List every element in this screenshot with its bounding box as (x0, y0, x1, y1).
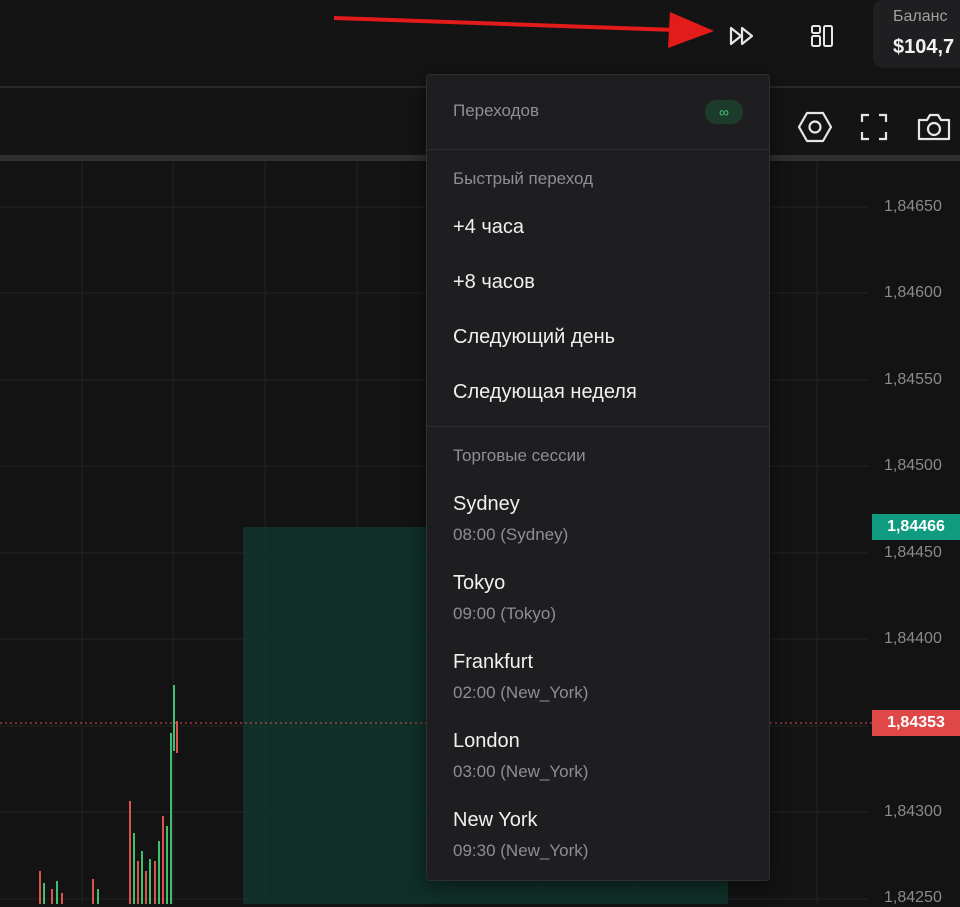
price-axis-label: 1,84500 (884, 457, 942, 474)
session-time: 09:00 (Tokyo) (453, 604, 556, 623)
price-axis-label: 1,84450 (884, 544, 942, 561)
menu-item-label: +4 часа (453, 216, 525, 238)
chart-settings-button[interactable] (796, 108, 834, 146)
trading-sessions-title: Торговые сессии (453, 446, 586, 465)
camera-icon (917, 113, 951, 141)
price-axis-label: 1,84300 (884, 803, 942, 820)
settings-hexagon-icon (798, 111, 832, 143)
layout-button[interactable] (800, 14, 844, 58)
quick-jump-title: Быстрый переход (453, 169, 594, 188)
fullscreen-button[interactable] (856, 109, 892, 145)
menu-item-next-day[interactable]: Следующий день (427, 313, 769, 365)
menu-item-label: Следующая неделя (453, 381, 637, 403)
jump-menu: Переходов ∞ Быстрый переход +4 часа +8 ч… (426, 74, 770, 881)
menu-item-plus-4-hours[interactable]: +4 часа (427, 203, 769, 255)
balance-label: Баланс (893, 8, 948, 25)
price-axis-label: 1,84400 (884, 630, 942, 647)
session-time: 09:30 (New_York) (453, 841, 589, 860)
menu-item-label: +8 часов (453, 271, 535, 293)
session-london[interactable]: London 03:00 (New_York) (427, 730, 769, 804)
session-new-york[interactable]: New York 09:30 (New_York) (427, 809, 769, 883)
menu-item-plus-8-hours[interactable]: +8 часов (427, 258, 769, 310)
price-axis-label: 1,84650 (884, 198, 942, 215)
screenshot-button[interactable] (914, 108, 954, 146)
session-time: 08:00 (Sydney) (453, 525, 569, 544)
session-time: 03:00 (New_York) (453, 762, 589, 781)
layout-panels-icon (811, 25, 833, 47)
fullscreen-icon (860, 113, 888, 141)
session-tokyo[interactable]: Tokyo 09:00 (Tokyo) (427, 572, 769, 646)
session-name: Sydney (453, 493, 520, 515)
price-axis-label: 1,84600 (884, 284, 942, 301)
annotation-arrow (333, 12, 714, 48)
balance-widget[interactable]: Баланс $104,7 (873, 0, 960, 68)
session-name: Frankfurt (453, 651, 534, 673)
menu-item-label: Следующий день (453, 326, 616, 348)
session-name: New York (453, 809, 538, 831)
balance-value: $104,7 (893, 36, 955, 58)
session-sydney[interactable]: Sydney 08:00 (Sydney) (427, 493, 769, 567)
fast-forward-icon (729, 26, 754, 46)
infinity-badge: ∞ (705, 100, 743, 124)
menu-header-label: Переходов (453, 101, 540, 120)
session-time: 02:00 (New_York) (453, 683, 589, 702)
session-name: London (453, 730, 520, 752)
green-price-tag: 1,84466 (872, 514, 960, 540)
price-axis-label: 1,84550 (884, 371, 942, 388)
session-frankfurt[interactable]: Frankfurt 02:00 (New_York) (427, 651, 769, 725)
candles (39, 685, 178, 904)
menu-divider (427, 426, 769, 427)
menu-divider (427, 149, 769, 150)
current-price-tag: 1,84353 (872, 710, 960, 736)
price-axis-label: 1,84250 (884, 889, 942, 906)
session-name: Tokyo (453, 572, 506, 594)
menu-item-next-week[interactable]: Следующая неделя (427, 368, 769, 420)
fast-forward-button[interactable] (720, 16, 764, 56)
